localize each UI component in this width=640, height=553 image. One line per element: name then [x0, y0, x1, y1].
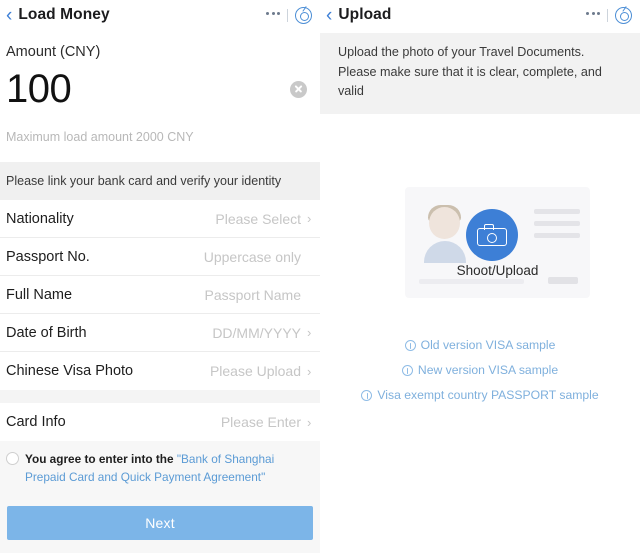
section-gap: [0, 390, 320, 403]
navbar-divider: [287, 8, 288, 22]
row-value: Please Select: [215, 210, 301, 227]
back-chevron-icon[interactable]: ‹: [6, 6, 12, 25]
load-money-navbar: ‹ Load Money: [0, 0, 320, 30]
camera-glyph: [477, 224, 507, 246]
document-placeholder-lines: [534, 209, 580, 245]
verify-identity-notice: Please link your bank card and verify yo…: [0, 162, 320, 200]
avatar-body: [424, 241, 466, 263]
identity-form-list: Nationality Please Select › Passport No.…: [0, 200, 320, 390]
sample-link-label: Old version VISA sample: [420, 338, 556, 352]
camera-icon[interactable]: [466, 209, 518, 261]
document-bottom-line: [419, 279, 524, 284]
form-row-nationality[interactable]: Nationality Please Select ›: [0, 200, 320, 238]
navbar-actions: [586, 6, 632, 24]
info-circle-icon: [404, 339, 416, 351]
sample-link-new-visa[interactable]: New version VISA sample: [320, 363, 640, 377]
amount-value[interactable]: 100: [6, 69, 72, 109]
target-circle-icon[interactable]: [615, 6, 632, 24]
sample-link-label: New version VISA sample: [417, 363, 559, 377]
upload-screen: ‹ Upload Upload the photo of your Travel…: [320, 0, 640, 553]
load-money-screen: ‹ Load Money Amount (CNY) 100 Maximum lo…: [0, 0, 320, 553]
amount-hint: Maximum load amount 2000 CNY: [6, 130, 194, 144]
form-row-date-of-birth[interactable]: Date of Birth DD/MM/YYYY ›: [0, 314, 320, 352]
info-circle-icon: [361, 389, 373, 401]
row-value: Please Upload: [209, 363, 301, 379]
row-label: Nationality: [6, 210, 74, 227]
card-info-list: Card Info Please Enter ›: [0, 403, 320, 441]
more-dots-icon[interactable]: [266, 12, 280, 18]
row-value: Uppercase only: [203, 248, 301, 265]
next-button-area: Next: [0, 498, 320, 553]
form-row-chinese-visa-photo[interactable]: Chinese Visa Photo Please Upload ›: [0, 352, 320, 390]
info-circle-icon: [401, 364, 413, 376]
row-value: DD/MM/YYYY: [212, 324, 301, 341]
agreement-block: You agree to enter into the "Bank of Sha…: [0, 441, 320, 499]
chevron-right-icon: ›: [307, 363, 312, 379]
sample-links-list: Old version VISA sample New version VISA…: [320, 338, 640, 413]
radio-unchecked-icon[interactable]: [6, 452, 19, 465]
more-dots-icon[interactable]: [586, 12, 600, 18]
shoot-upload-label: Shoot/Upload: [456, 263, 539, 278]
clear-circle-x-icon[interactable]: [290, 80, 307, 98]
form-row-card-info[interactable]: Card Info Please Enter ›: [0, 403, 320, 441]
back-chevron-icon[interactable]: ‹: [326, 6, 332, 25]
agreement-prefix: You agree to enter into the: [25, 452, 177, 466]
amount-label: Amount (CNY): [6, 44, 101, 60]
chevron-right-icon: ›: [307, 414, 312, 430]
row-value: Passport Name: [204, 286, 301, 303]
next-button[interactable]: Next: [7, 506, 313, 541]
sample-link-passport[interactable]: Visa exempt country PASSPORT sample: [320, 388, 640, 402]
chevron-right-icon: ›: [307, 211, 312, 226]
sample-link-label: Visa exempt country PASSPORT sample: [377, 388, 599, 402]
form-row-full-name[interactable]: Full Name Passport Name: [0, 276, 320, 314]
page-title: Upload: [338, 6, 392, 23]
document-bottom-block: [548, 277, 578, 284]
target-circle-icon[interactable]: [295, 6, 312, 24]
shoot-upload-card[interactable]: Shoot/Upload: [405, 187, 590, 298]
chevron-right-icon: ›: [307, 325, 312, 340]
amount-input-row[interactable]: 100: [0, 60, 320, 112]
form-row-passport-no[interactable]: Passport No. Uppercase only: [0, 238, 320, 276]
navbar-divider: [607, 8, 608, 22]
upload-instruction: Upload the photo of your Travel Document…: [320, 33, 640, 114]
row-label: Card Info: [6, 414, 66, 430]
row-label: Date of Birth: [6, 324, 87, 341]
avatar-head: [429, 207, 460, 239]
page-title: Load Money: [18, 6, 110, 23]
upload-navbar: ‹ Upload: [320, 0, 640, 30]
row-label: Passport No.: [6, 248, 90, 265]
row-label: Full Name: [6, 286, 73, 303]
navbar-actions: [266, 6, 312, 24]
agreement-text: You agree to enter into the "Bank of Sha…: [25, 451, 314, 486]
dual-screenshot-container: ‹ Load Money Amount (CNY) 100 Maximum lo…: [0, 0, 640, 553]
person-avatar-icon: [422, 205, 468, 263]
sample-link-old-visa[interactable]: Old version VISA sample: [320, 338, 640, 352]
row-value: Please Enter: [220, 414, 301, 430]
row-label: Chinese Visa Photo: [6, 363, 134, 379]
